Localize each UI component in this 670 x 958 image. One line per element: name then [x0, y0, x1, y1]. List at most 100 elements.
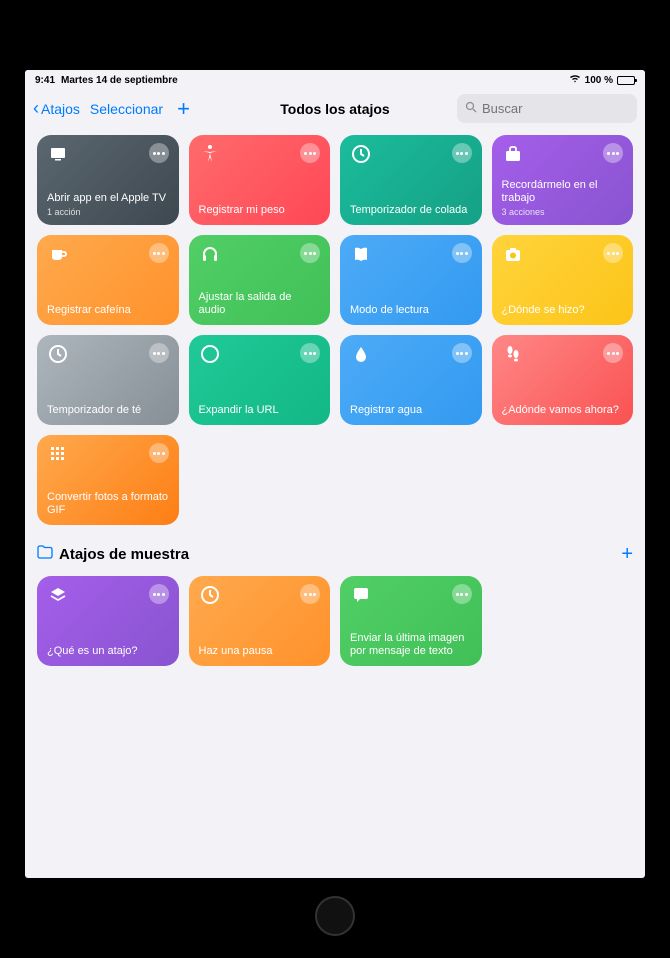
status-date: Martes 14 de septiembre: [61, 75, 178, 86]
tile-label: Haz una pausa: [199, 645, 321, 658]
shortcut-tile-trabajo[interactable]: Recordármelo en el trabajo 3 acciones: [492, 135, 634, 225]
clock-icon: [350, 143, 372, 165]
nav-bar: ‹ Atajos Seleccionar + Todos los atajos: [25, 88, 645, 129]
ellipsis-icon: [456, 152, 468, 155]
more-button[interactable]: [452, 143, 472, 163]
tile-label: ¿Qué es un atajo?: [47, 645, 169, 658]
battery-percent: 100 %: [585, 75, 613, 86]
tile-label: ¿Adónde vamos ahora?: [502, 404, 624, 417]
ellipsis-icon: [607, 152, 619, 155]
more-button[interactable]: [603, 343, 623, 363]
ellipsis-icon: [607, 352, 619, 355]
more-button[interactable]: [300, 343, 320, 363]
home-button[interactable]: [315, 896, 355, 936]
ellipsis-icon: [153, 352, 165, 355]
more-button[interactable]: [452, 243, 472, 263]
tile-subtitle: 3 acciones: [502, 207, 624, 217]
shortcut-tile-te[interactable]: Temporizador de té: [37, 335, 179, 425]
shortcut-tile-cafeina[interactable]: Registrar cafeína: [37, 235, 179, 325]
more-button[interactable]: [149, 343, 169, 363]
headphones-icon: [199, 243, 221, 265]
ellipsis-icon: [153, 252, 165, 255]
search-icon: [465, 100, 477, 118]
tile-label: Temporizador de colada: [350, 204, 472, 217]
status-bar: 9:41 Martes 14 de septiembre 100 %: [25, 70, 645, 88]
battery-icon: [617, 76, 635, 85]
select-button[interactable]: Seleccionar: [90, 101, 163, 117]
tile-label: Modo de lectura: [350, 304, 472, 317]
clock-icon: [199, 584, 221, 606]
shortcut-tile-pausa[interactable]: Haz una pausa: [189, 576, 331, 666]
more-button[interactable]: [149, 243, 169, 263]
ellipsis-icon: [456, 593, 468, 596]
back-label: Atajos: [41, 101, 80, 117]
ellipsis-icon: [304, 152, 316, 155]
more-button[interactable]: [300, 243, 320, 263]
footsteps-icon: [502, 343, 524, 365]
shortcut-tile-peso[interactable]: Registrar mi peso: [189, 135, 331, 225]
shortcut-tile-apple-tv[interactable]: Abrir app en el Apple TV 1 acción: [37, 135, 179, 225]
search-input[interactable]: [482, 101, 645, 116]
search-field[interactable]: [457, 94, 637, 123]
tile-label: Registrar agua: [350, 404, 472, 417]
tile-label: Temporizador de té: [47, 404, 169, 417]
chevron-left-icon: ‹: [33, 98, 39, 119]
shortcut-tile-donde[interactable]: ¿Dónde se hizo?: [492, 235, 634, 325]
camera-icon: [502, 243, 524, 265]
shortcut-tile-audio[interactable]: Ajustar la salida de audio: [189, 235, 331, 325]
status-time: 9:41: [35, 75, 55, 86]
shortcut-tile-que-es[interactable]: ¿Qué es un atajo?: [37, 576, 179, 666]
shortcut-tile-imagen[interactable]: Enviar la última imagen por mensaje de t…: [340, 576, 482, 666]
more-button[interactable]: [300, 584, 320, 604]
more-button[interactable]: [452, 584, 472, 604]
more-button[interactable]: [149, 143, 169, 163]
safari-icon: [199, 343, 221, 365]
ellipsis-icon: [153, 593, 165, 596]
shortcut-tile-colada[interactable]: Temporizador de colada: [340, 135, 482, 225]
add-button[interactable]: +: [173, 96, 194, 122]
more-button[interactable]: [149, 443, 169, 463]
section-add-button[interactable]: +: [621, 543, 633, 566]
layers-icon: [47, 584, 69, 606]
shortcut-tile-lectura[interactable]: Modo de lectura: [340, 235, 482, 325]
more-button[interactable]: [452, 343, 472, 363]
tile-label: Registrar cafeína: [47, 304, 169, 317]
content-area: Abrir app en el Apple TV 1 acción Registra…: [25, 129, 645, 878]
section-header: Atajos de muestra +: [37, 543, 633, 566]
tile-label: Registrar mi peso: [199, 204, 321, 217]
chat-icon: [350, 584, 372, 606]
grid-icon: [47, 443, 69, 465]
tile-subtitle: 1 acción: [47, 207, 169, 217]
accessibility-icon: [199, 143, 221, 165]
shortcut-tile-agua[interactable]: Registrar agua: [340, 335, 482, 425]
shortcut-tile-url[interactable]: Expandir la URL: [189, 335, 331, 425]
tv-icon: [47, 143, 69, 165]
tile-label: Abrir app en el Apple TV: [47, 192, 169, 205]
ellipsis-icon: [304, 352, 316, 355]
tile-label: Ajustar la salida de audio: [199, 291, 321, 317]
screen: 9:41 Martes 14 de septiembre 100 % ‹ Ata…: [25, 70, 645, 878]
folder-icon: [37, 545, 53, 564]
more-button[interactable]: [149, 584, 169, 604]
clock-icon: [47, 343, 69, 365]
ellipsis-icon: [304, 593, 316, 596]
briefcase-icon: [502, 143, 524, 165]
tile-label: ¿Dónde se hizo?: [502, 304, 624, 317]
section-title: Atajos de muestra: [59, 546, 615, 563]
cup-icon: [47, 243, 69, 265]
ellipsis-icon: [456, 252, 468, 255]
shortcut-tile-adonde[interactable]: ¿Adónde vamos ahora?: [492, 335, 634, 425]
page-title: Todos los atajos: [280, 101, 389, 117]
drop-icon: [350, 343, 372, 365]
ellipsis-icon: [153, 452, 165, 455]
tile-label: Recordármelo en el trabajo: [502, 179, 624, 205]
sample-shortcuts-grid: ¿Qué es un atajo? Haz una pausa Enviar la …: [37, 576, 633, 666]
shortcuts-grid: Abrir app en el Apple TV 1 acción Registra…: [37, 135, 633, 525]
ellipsis-icon: [607, 252, 619, 255]
back-button[interactable]: ‹ Atajos: [33, 98, 80, 119]
shortcut-tile-gif[interactable]: Convertir fotos a formato GIF: [37, 435, 179, 525]
more-button[interactable]: [603, 143, 623, 163]
tile-label: Convertir fotos a formato GIF: [47, 491, 169, 517]
more-button[interactable]: [603, 243, 623, 263]
more-button[interactable]: [300, 143, 320, 163]
